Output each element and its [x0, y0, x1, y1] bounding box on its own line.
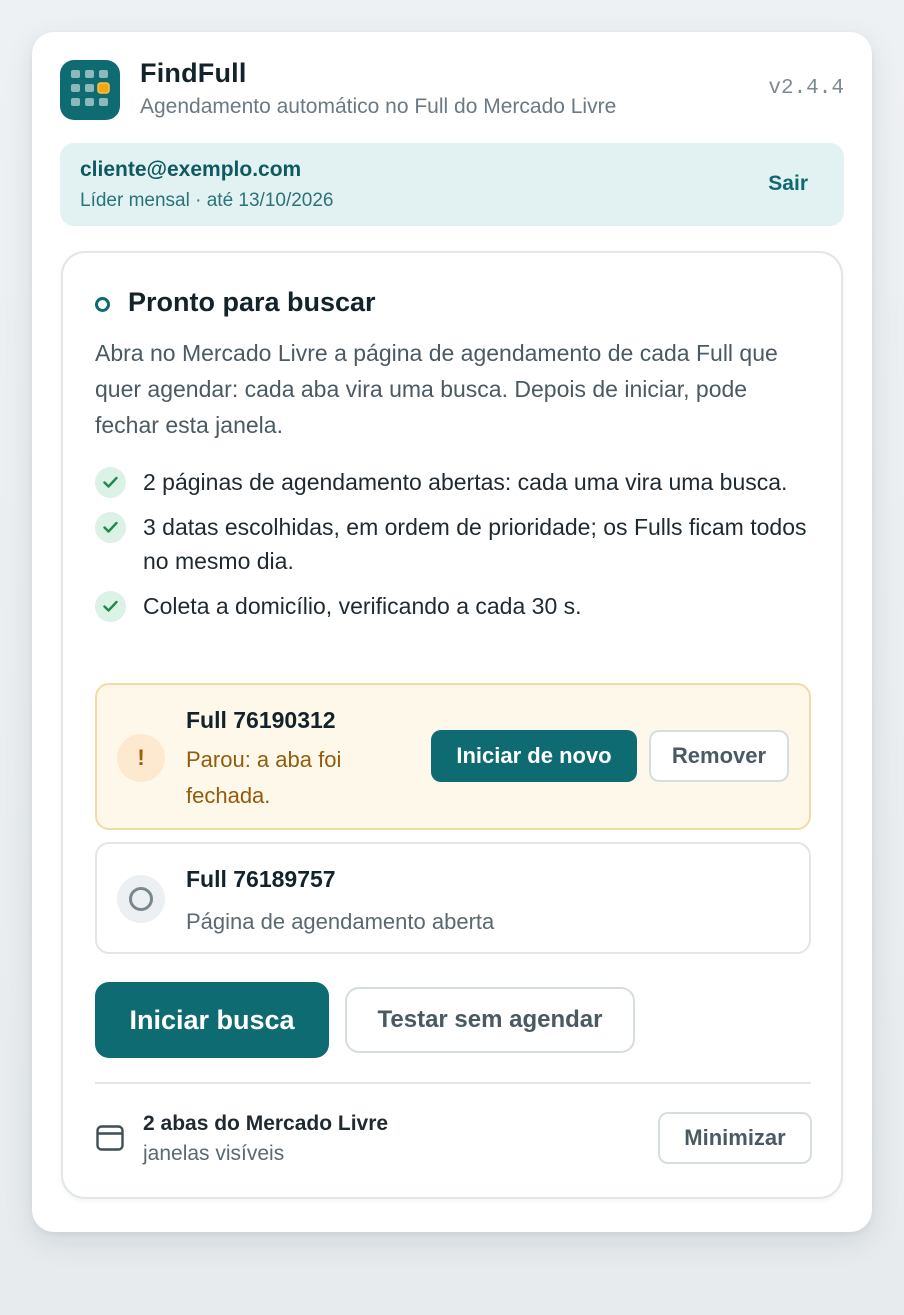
start-search-button[interactable]: Iniciar busca [95, 982, 329, 1058]
logout-button[interactable]: Sair [768, 172, 808, 196]
account-bar: cliente@exemplo.com Líder mensal · até 1… [60, 143, 844, 226]
check-icon [95, 512, 126, 543]
app-subtitle: Agendamento automático no Full do Mercad… [140, 95, 617, 118]
header: FindFull Agendamento automático no Full … [60, 58, 844, 120]
full-item-warning: ! Full 76190312 Parou: a aba foi fechada… [95, 683, 811, 830]
status-title: Pronto para buscar [128, 287, 376, 317]
account-email: cliente@exemplo.com [80, 158, 302, 181]
checklist-text: 2 páginas de agendamento abertas: cada u… [143, 469, 788, 495]
version-label: v2.4.4 [768, 77, 844, 100]
browser-window-icon [96, 1125, 124, 1156]
full-name: Full 76189757 [186, 866, 336, 892]
checklist-text: Coleta a domicílio, verificando a cada 3… [143, 593, 582, 619]
status-ring-icon [95, 297, 110, 312]
idle-circle-icon [117, 875, 165, 923]
calendar-grid-icon [60, 60, 120, 120]
full-status: Parou: a aba foi fechada. [186, 747, 342, 808]
exclamation-icon: ! [117, 734, 165, 782]
tabs-visibility: janelas visíveis [143, 1142, 285, 1165]
checklist-item: 3 datas escolhidas, em ordem de priorida… [95, 510, 815, 578]
check-icon [95, 591, 126, 622]
full-name: Full 76190312 [186, 707, 336, 733]
remove-button[interactable]: Remover [649, 730, 789, 782]
test-without-scheduling-button[interactable]: Testar sem agendar [345, 987, 635, 1053]
minimize-button[interactable]: Minimizar [658, 1112, 812, 1164]
account-plan: Líder mensal · até 13/10/2026 [80, 190, 334, 211]
full-status: Página de agendamento aberta [186, 909, 495, 934]
extension-popup: FindFull Agendamento automático no Full … [32, 32, 872, 1232]
app-title: FindFull [140, 58, 247, 88]
status-description: Abra no Mercado Livre a página de agenda… [95, 340, 778, 438]
divider [95, 1082, 811, 1084]
restart-button[interactable]: Iniciar de novo [431, 730, 637, 782]
full-item-idle: Full 76189757 Página de agendamento aber… [95, 842, 811, 954]
tabs-count: 2 abas do Mercado Livre [143, 1112, 389, 1135]
checklist-item: 2 páginas de agendamento abertas: cada u… [95, 465, 815, 499]
checklist-text: 3 datas escolhidas, em ordem de priorida… [143, 514, 807, 574]
search-card: Pronto para buscar Abra no Mercado Livre… [61, 251, 843, 1199]
checklist: 2 páginas de agendamento abertas: cada u… [95, 465, 815, 634]
check-icon [95, 467, 126, 498]
checklist-item: Coleta a domicílio, verificando a cada 3… [95, 589, 815, 623]
